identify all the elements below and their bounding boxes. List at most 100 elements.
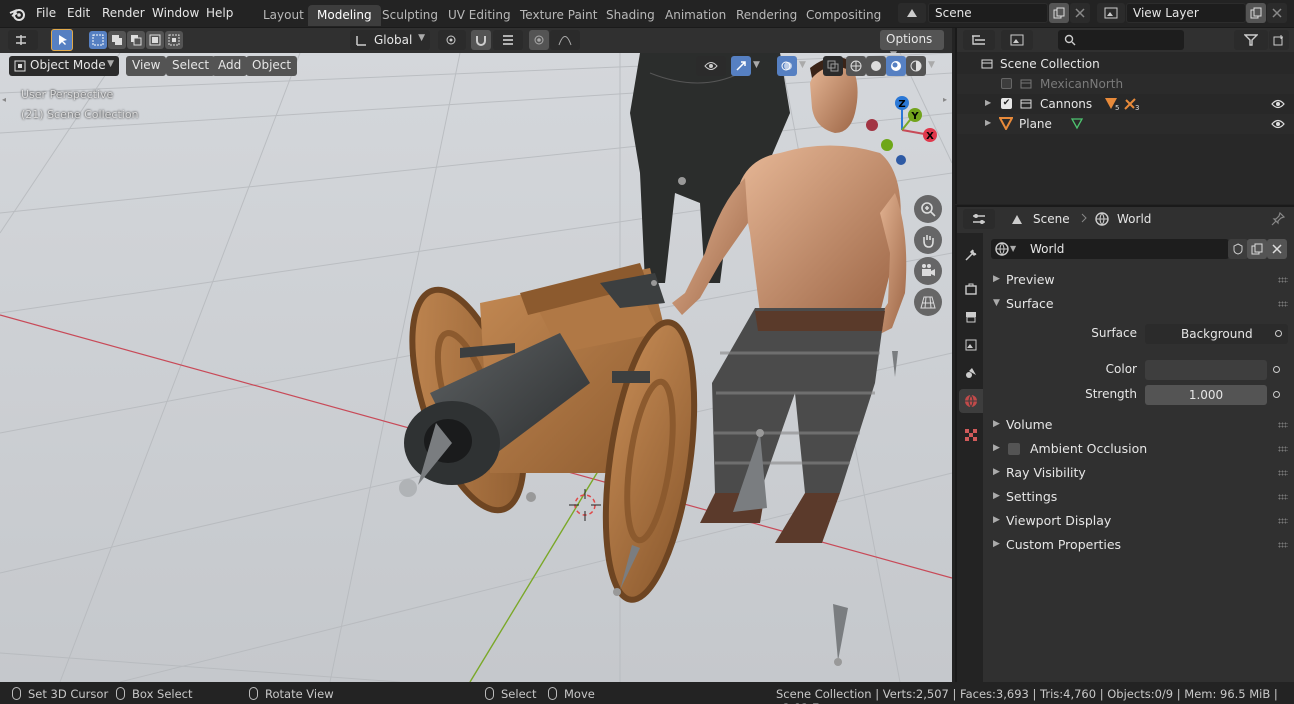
exclude-checkbox[interactable]: ✔ [1001, 98, 1012, 109]
tab-tool-icon[interactable] [959, 243, 983, 267]
drag-handle-icon[interactable] [1278, 277, 1288, 283]
view-layer-name-field[interactable]: View Layer [1126, 3, 1246, 23]
menu-file[interactable]: File [36, 6, 56, 20]
chevron-down-icon[interactable]: ▼ [753, 60, 760, 70]
drag-handle-icon[interactable] [1278, 518, 1288, 524]
tab-layout[interactable]: Layout [254, 5, 313, 26]
drag-handle-icon[interactable] [1278, 446, 1288, 452]
tab-scene-icon[interactable] [959, 361, 983, 385]
rendered-shading-icon[interactable] [906, 56, 926, 76]
drag-handle-icon[interactable] [1278, 542, 1288, 548]
material-preview-shading-icon[interactable] [886, 56, 906, 76]
world-color-swatch[interactable] [1145, 360, 1267, 380]
snap-target-icon[interactable] [493, 30, 523, 50]
select-mode-extend-icon[interactable] [108, 31, 126, 49]
outliner-row-mexicannorth[interactable]: MexicanNorth [957, 74, 1294, 94]
tab-output-icon[interactable] [959, 305, 983, 329]
tab-texture-paint[interactable]: Texture Paint [511, 5, 606, 26]
chevron-down-icon[interactable]: ▼ [928, 60, 935, 70]
overlays-toggle-icon[interactable] [777, 56, 797, 76]
navigation-gizmo[interactable]: Z X Y [860, 88, 945, 168]
panel-ray-visibility[interactable]: ▶ Ray Visibility [985, 462, 1294, 484]
scene-selector-icon[interactable] [898, 3, 926, 23]
delete-view-layer-icon[interactable] [1267, 3, 1287, 23]
display-mode-icon[interactable] [1001, 30, 1033, 50]
pivot-point-icon[interactable] [438, 30, 466, 50]
expand-arrow-icon[interactable]: ▶ [985, 118, 991, 127]
delete-scene-icon[interactable] [1070, 3, 1090, 23]
filter-icon[interactable] [1234, 30, 1268, 50]
drag-handle-icon[interactable] [1278, 470, 1288, 476]
camera-view-icon[interactable] [914, 257, 942, 285]
editor-type-icon[interactable] [8, 30, 38, 50]
drag-handle-icon[interactable] [1278, 494, 1288, 500]
world-datablock-field[interactable]: ▼ World [991, 239, 1229, 259]
exclude-checkbox[interactable] [1001, 78, 1012, 89]
node-socket-icon[interactable] [1273, 366, 1280, 373]
properties-editor-type-icon[interactable] [963, 209, 995, 229]
drag-handle-icon[interactable] [1278, 301, 1288, 307]
object-mode-dropdown[interactable]: Object Mode ▼ [9, 56, 119, 76]
pin-icon[interactable] [1271, 212, 1285, 226]
3d-viewport[interactable]: Global ▼ Options ▼ [0, 28, 952, 682]
tab-modeling[interactable]: Modeling [308, 5, 381, 26]
tab-uv-editing[interactable]: UV Editing [439, 5, 520, 26]
toolbar-collapse-icon[interactable]: ◂ [2, 95, 6, 104]
viewport-menu-add[interactable]: Add [212, 56, 248, 76]
pan-hand-icon[interactable] [914, 226, 942, 254]
tab-view-layer-icon[interactable] [959, 333, 983, 357]
strength-slider[interactable]: 1.000 [1145, 385, 1267, 405]
unlink-world-icon[interactable] [1267, 239, 1287, 259]
fake-user-shield-icon[interactable] [1228, 239, 1248, 259]
tab-texture-icon[interactable] [959, 423, 983, 447]
outliner-row-scene-collection[interactable]: Scene Collection [957, 54, 1294, 74]
tab-animation[interactable]: Animation [656, 5, 735, 26]
menu-render[interactable]: Render [102, 6, 145, 20]
visibility-filter-icon[interactable] [696, 56, 726, 76]
panel-ambient-occlusion[interactable]: ▶ Ambient Occlusion [985, 438, 1294, 460]
tab-shading[interactable]: Shading [597, 5, 664, 26]
outliner-row-plane[interactable]: ▶ Plane [957, 114, 1294, 134]
ambient-occlusion-checkbox[interactable] [1008, 443, 1020, 455]
select-tool-icon[interactable] [51, 29, 73, 51]
proportional-editing-icon[interactable] [529, 30, 549, 50]
viewport-menu-select[interactable]: Select [166, 56, 216, 76]
snap-toggle-icon[interactable] [471, 30, 491, 50]
outliner-editor-type-icon[interactable] [963, 30, 995, 50]
outliner-search-input[interactable] [1058, 30, 1184, 50]
viewport-menu-object[interactable]: Object [246, 56, 298, 76]
menu-help[interactable]: Help [206, 6, 233, 20]
gizmo-toggle-icon[interactable] [731, 56, 751, 76]
zoom-icon[interactable] [914, 195, 942, 223]
breadcrumb-scene[interactable]: Scene [1033, 212, 1070, 226]
panel-custom-properties[interactable]: ▶ Custom Properties [985, 534, 1294, 556]
viewport-menu-view[interactable]: View [126, 56, 167, 76]
eye-icon[interactable] [1271, 99, 1285, 109]
proportional-falloff-icon[interactable] [550, 30, 580, 50]
viewport-scene[interactable]: Object Mode ▼ View Select Add Object ▼ ▼ [0, 52, 952, 682]
transform-orientation-dropdown[interactable]: Global ▼ [350, 30, 430, 50]
outliner-row-cannons[interactable]: ▶ ✔ Cannons 5 3 [957, 94, 1294, 114]
perspective-toggle-icon[interactable] [914, 288, 942, 316]
tab-render-icon[interactable] [959, 277, 983, 301]
tab-compositing[interactable]: Compositing [797, 5, 890, 26]
select-mode-subtract-icon[interactable] [127, 31, 145, 49]
node-socket-icon[interactable] [1273, 391, 1280, 398]
wireframe-shading-icon[interactable] [846, 56, 866, 76]
panel-viewport-display[interactable]: ▶ Viewport Display [985, 510, 1294, 532]
panel-surface[interactable]: ▼ Surface [985, 293, 1294, 315]
eye-icon[interactable] [1271, 119, 1285, 129]
options-dropdown[interactable]: Options ▼ [880, 30, 944, 60]
surface-shader-dropdown[interactable]: Background [1145, 324, 1288, 344]
new-collection-icon[interactable] [1269, 30, 1289, 50]
scene-name-field[interactable]: Scene [928, 3, 1048, 23]
panel-volume[interactable]: ▶ Volume [985, 414, 1294, 436]
panel-settings[interactable]: ▶ Settings [985, 486, 1294, 508]
select-mode-new-icon[interactable] [89, 31, 107, 49]
panel-preview[interactable]: ▶ Preview [985, 269, 1294, 291]
view-layer-selector-icon[interactable] [1097, 3, 1125, 23]
duplicate-world-icon[interactable] [1247, 239, 1267, 259]
menu-edit[interactable]: Edit [67, 6, 90, 20]
sidebar-collapse-icon[interactable]: ▸ [943, 95, 947, 104]
xray-toggle-icon[interactable] [823, 56, 843, 76]
